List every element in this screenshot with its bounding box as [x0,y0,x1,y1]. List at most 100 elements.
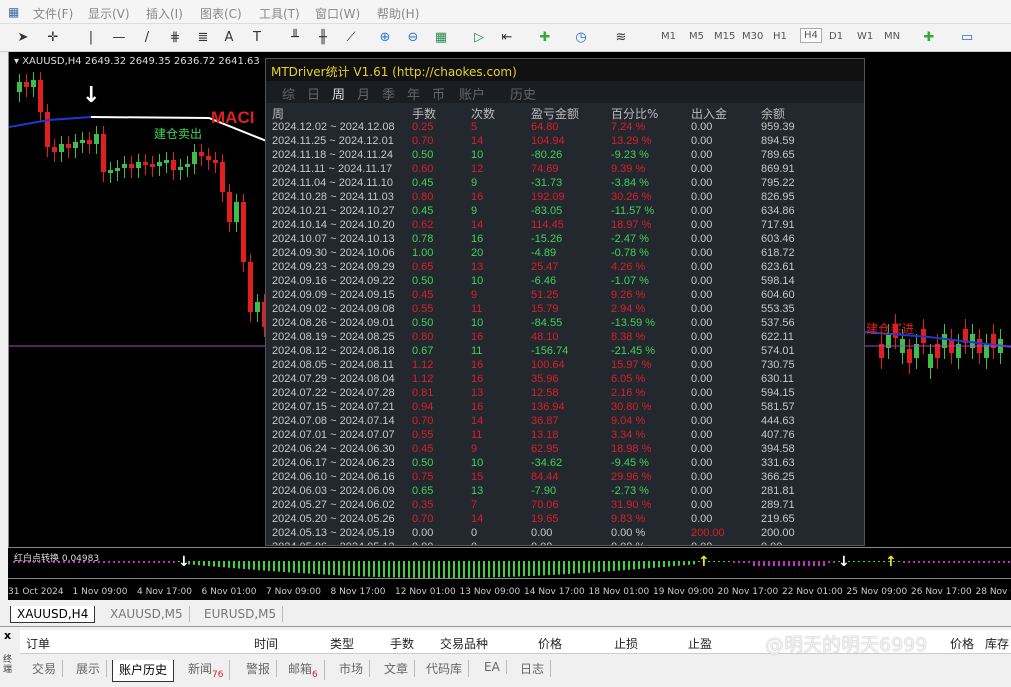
panel-tab[interactable]: 综 [282,84,295,103]
cell-count: 12 [471,163,484,175]
trendline-icon[interactable]: / [136,28,158,48]
candle-body [66,144,71,148]
orders-column-header[interactable]: 交易品种 [440,635,488,652]
text-icon[interactable]: A [218,28,240,48]
panel-tab[interactable]: 月 [357,84,370,103]
terminal-tab[interactable]: 文章 [378,660,416,677]
close-terminal-button[interactable]: x [4,629,11,642]
panel-tab[interactable]: 年 [407,84,420,103]
menu-item[interactable]: 工具(T) [259,5,300,22]
panel-tab[interactable]: 日 [307,84,320,103]
new-chart-icon[interactable]: ✚ [918,28,940,48]
histogram-bar [383,561,385,578]
chart-tab[interactable]: XAUUSD,M5 [104,606,190,622]
menu-item[interactable]: 图表(C) [200,5,242,22]
histogram-bar [263,561,265,571]
cursor-icon[interactable]: ➤ [12,28,34,48]
menu-item[interactable]: 插入(I) [146,5,183,22]
time-tick: 8 Nov 17:00 [330,587,386,597]
histogram-bar [728,561,730,562]
histogram-bar [448,561,450,578]
profiles-icon[interactable]: ▭ [956,28,978,48]
orders-column-header[interactable]: 库存 [985,635,1009,652]
table-row: 2024.09.23 ~ 2024.09.29 0.65 13 25.47 4.26 %… [266,261,864,275]
orders-column-header[interactable]: 价格 [538,635,562,652]
cell-week: 2024.09.02 ~ 2024.09.08 [272,303,395,315]
clock-icon[interactable]: ◷ [570,28,592,48]
orders-column-header[interactable]: 时间 [254,635,278,652]
candle-body [94,134,99,144]
histogram-bar [243,561,245,570]
histogram-bar [688,561,690,565]
cell-balance: 553.35 [761,303,795,315]
panel-tab[interactable]: 周 [332,84,345,103]
tile-windows-icon[interactable]: ▦ [430,28,452,48]
histogram-bar [943,561,945,563]
candlestick-icon[interactable]: ╫ [312,28,334,48]
histogram-bar [938,561,940,563]
orders-column-header[interactable]: 手数 [390,635,414,652]
panel-tab[interactable]: 账户 [459,84,485,103]
terminal-tab[interactable]: 账户历史 [112,660,175,682]
tab-badge: 76 [212,670,224,680]
zoom-out-icon[interactable]: ⊖ [402,28,424,48]
vertical-line-icon[interactable]: | [80,28,102,48]
timeframe-m30[interactable]: M30 [742,31,763,42]
histogram-bar [508,561,510,577]
histogram-bar [148,561,150,563]
cell-pnl: 74.69 [531,163,559,175]
timeframe-h1[interactable]: H1 [773,31,787,42]
zoom-in-icon[interactable]: ⊕ [374,28,396,48]
terminal-tab[interactable]: 邮箱6 [282,660,325,680]
timeframe-mn[interactable]: MN [884,31,900,42]
terminal-tab[interactable]: EA [478,660,507,674]
orders-column-header[interactable]: 订单 [26,635,50,652]
timeframe-w1[interactable]: W1 [857,31,873,42]
line-chart-icon[interactable]: ⟋ [340,28,362,48]
indicators-icon[interactable]: ≋ [610,28,632,48]
timeframe-h4[interactable]: H4 [800,28,822,43]
menu-item[interactable]: 帮助(H) [377,5,419,22]
timeframe-m1[interactable]: M1 [661,31,676,42]
bar-chart-icon[interactable]: ╨ [284,28,306,48]
timeframe-m5[interactable]: M5 [689,31,704,42]
panel-tab[interactable]: 历史 [510,84,536,103]
orders-column-header[interactable]: 止盈 [688,635,712,652]
cell-deposit: 0.00 [691,331,713,343]
terminal-tab[interactable]: 日志 [514,660,552,677]
candle-body [52,147,57,152]
chart-tab[interactable]: XAUUSD,H4 [10,606,96,623]
panel-tab[interactable]: 季 [382,84,395,103]
orders-column-header[interactable]: 价格 [950,635,974,652]
terminal-tab[interactable]: 市场 [333,660,371,677]
menu-item[interactable]: 窗口(W) [315,5,360,22]
terminal-tab[interactable]: 警报 [240,660,278,677]
timeframe-m15[interactable]: M15 [714,31,735,42]
terminal-tab[interactable]: 展示 [70,660,108,677]
cell-week: 2024.07.01 ~ 2024.07.07 [272,429,395,441]
fibonacci-fan-icon[interactable]: ⋕ [164,28,186,48]
menu-item[interactable]: 显示(V) [88,5,130,22]
histogram-bar [498,561,500,578]
timeframe-d1[interactable]: D1 [829,31,843,42]
terminal-tab[interactable]: 新闻76 [182,660,231,680]
panel-tab[interactable]: 币 [432,84,445,103]
chart-tab[interactable]: EURUSD,M5 [198,606,284,622]
terminal-tab[interactable]: 交易 [26,660,64,677]
label-icon[interactable]: T [246,28,268,48]
orders-column-header[interactable]: 类型 [330,635,354,652]
cell-pnl: 19.65 [531,513,559,525]
histogram-bar [163,561,165,563]
new-order-icon[interactable]: ✚ [534,28,556,48]
menu-item[interactable]: 文件(F) [33,5,73,22]
horizontal-line-icon[interactable]: — [108,28,130,48]
cell-percent: 13.29 % [611,135,652,147]
autoscroll-icon[interactable]: ▷ [468,28,490,48]
chart-shift-icon[interactable]: ⇤ [496,28,518,48]
cell-lots: 0.75 [412,471,434,483]
crosshair-icon[interactable]: ✛ [42,28,64,48]
cell-balance: 581.57 [761,401,795,413]
terminal-tab[interactable]: 代码库 [420,660,470,677]
fibonacci-icon[interactable]: ≣ [192,28,214,48]
orders-column-header[interactable]: 止损 [614,635,638,652]
